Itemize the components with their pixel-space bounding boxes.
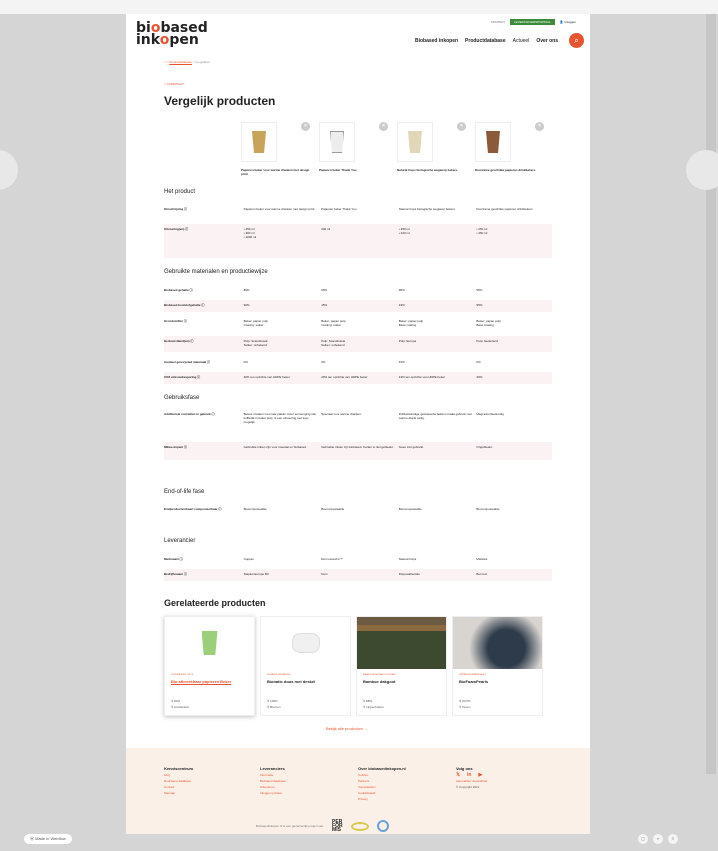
row-biobased: Biobased gehalte ⓘ 89% 95% 95% 95% [164,288,483,292]
row-koolstof: Biobased koolstofgehalte ⓘ 90% 15% 19% 9… [164,300,552,312]
back-link[interactable]: < OVERZICHT [164,82,184,86]
related-card[interactable]: Bamboe regelpaal & rolrand Bamboe dakgoo… [356,616,447,716]
row-milieu: Milieu-impact ⓘ Gebruikte inkten zijn vo… [164,442,552,460]
row-uitvoering: Uitvoering(en) ⓘ • 250 ml • 360 ml • 100… [164,224,552,258]
row-omschrijving: Omschrijving ⓘ Papieren beker voor warme… [164,207,533,211]
footer-partners: Biobasedinkopen.nl is een gezamenlijk pr… [256,819,389,833]
made-in-webflow-badge[interactable]: Ⓦ Made in Webflow [24,834,72,844]
menu-icon[interactable]: ≡ [668,834,678,844]
product-image [475,122,511,162]
footer-col-over: Over biobasedinkopen.nl Colofon Partners… [358,766,406,802]
remove-icon[interactable]: × [379,122,388,131]
cup-graphic [486,131,500,153]
related-card[interactable]: Biobased verpakking Bionatic doos met de… [260,616,351,716]
nav-biobased-inkopen[interactable]: Biobased inkopen [415,38,458,44]
logo[interactable]: biobased inkopen [136,21,208,47]
portal-button[interactable]: LEVERANCIERSPORTAAL [509,19,555,25]
nav-over-ons[interactable]: Over ons [536,38,558,44]
footer: Kenniscentrum FAQ Duurzame database Cont… [126,748,590,834]
all-products-link[interactable]: Bekijk alle producten → [326,726,368,731]
card-title[interactable]: BioFoamPearls [459,679,539,684]
row-grondstoffen: Grondstoffen ⓘ Beker: papier pulp Coatin… [164,319,501,327]
cup-graphic [252,131,266,153]
footer-col-volg: Volg ons 𝕏 in ▶ Aanmelden nieuwsbrief © … [456,766,488,789]
section-title: Het product [164,189,196,195]
main-nav: Biobased inkopen Productdatabase Actueel… [415,38,558,44]
product-image [319,122,355,162]
product-image [241,122,277,162]
product-name[interactable]: Papieren beker Thank You [319,168,389,172]
section-title: Gebruikte materialen en productiewijze [164,269,268,275]
footer-link[interactable]: Sitemap [164,790,193,796]
compare-product-3: × Natural Cups biologische wegwerp beker… [397,122,467,172]
webflow-icon: Ⓦ [30,836,34,841]
copyright: © Copyright 2021 [456,785,480,789]
contact-link[interactable]: CONTACT [491,20,505,24]
partner-logo: PER FOR MIS [332,819,343,833]
footer-col-leveranciers: Leveranciers Informatie Biobased databas… [260,766,286,796]
nav-productdatabase[interactable]: Productdatabase [465,38,506,44]
search-icon[interactable]: ⌕ [569,33,584,48]
next-arrow[interactable] [686,150,718,190]
footer-link[interactable]: Inloggen portaal [260,790,286,796]
compare-product-4: × Duurzame geschikte papieren drinkbeker… [475,122,545,172]
partner-logo [376,820,389,832]
page: biobased inkopen CONTACT LEVERANCIERSPOR… [126,14,590,834]
compare-product-2: × Papieren beker Thank You [319,122,389,172]
product-name[interactable]: Duurzame geschikte papieren drinkbekers [475,168,545,172]
related-card[interactable]: Verpakkingsmaterialen BioFoamPearls ⚲ 30… [452,616,543,716]
bottom-right-tools: ▢ ‹› ≡ [638,834,678,844]
code-icon[interactable]: ‹› [653,834,663,844]
breadcrumb-current: Vergelijken [195,60,211,64]
section-title: Gebruiksfase [164,395,200,401]
row-voordelen: Additionele voordelen in gebruik ⓘ Beter… [164,412,504,424]
breadcrumb-link[interactable]: Productdatabase [169,60,192,64]
section-title: Leverancier [164,538,196,544]
card-image [165,617,254,669]
remove-icon[interactable]: × [535,122,544,131]
nav-actueel[interactable]: Actueel [513,38,530,44]
section-title: End-of-life fase [164,489,205,495]
scrollbar[interactable] [706,14,716,774]
partner-logo [350,821,369,831]
header: biobased inkopen CONTACT LEVERANCIERSPOR… [126,14,590,56]
footer-col-kenniscentrum: Kenniscentrum FAQ Duurzame database Cont… [164,766,194,796]
chat-icon[interactable]: ▢ [638,834,648,844]
row-bedrijf: Bedrijfsnaam ⓘ Staples Europe BV Duni Di… [164,569,552,581]
product-name[interactable]: Natural Cups biologische wegwerp bekers [397,168,467,172]
browser-top-strip [0,0,718,14]
row-merknaam: Merknaam ⓘ Cuppss Duni ecoecho™ Natural … [164,557,488,561]
home-icon[interactable]: ⌂ [164,60,166,64]
prev-arrow[interactable] [0,150,18,190]
row-herkomst: Herkomstland(en) ⓘ Pulp: Scandinavië Sui… [164,336,552,352]
product-name[interactable]: Papieren beker voor warme dranken met de… [241,168,311,176]
card-image [453,617,542,669]
card-title[interactable]: Bionatic doos met deskel [267,679,347,684]
cup-graphic [408,131,422,153]
card-title[interactable]: Bio afbreekbaar papieren Beker [171,679,251,684]
related-card[interactable]: Koffiebekers om te Bio afbreekbaar papie… [164,616,255,716]
top-links: CONTACT LEVERANCIERSPORTAAL 👤 Inloggen [491,19,576,25]
cup-graphic [330,131,344,153]
row-recycled: Aandeel gerecycled materiaal ⓘ 0% 0% 10%… [164,360,481,364]
remove-icon[interactable]: × [301,122,310,131]
card-title[interactable]: Bamboe dakgoot [363,679,443,684]
page-title: Vergelijk producten [164,94,276,108]
compare-product-1: × Papieren beker voor warme dranken met … [241,122,311,176]
row-eind: Eindproductverbaarl composteerbaar ⓘ Bio… [164,507,500,511]
related-title: Gerelateerde producten [164,598,266,608]
row-co2: CO2 emissiebesparing ⓘ 40% ten opzichte … [164,372,552,384]
remove-icon[interactable]: × [457,122,466,131]
product-image [397,122,433,162]
breadcrumb: ⌂ > Productdatabase > Vergelijken [164,60,211,64]
footer-link[interactable]: Privacy [358,796,406,802]
card-image [261,617,350,669]
card-image [357,617,446,669]
login-link[interactable]: 👤 Inloggen [560,20,576,24]
